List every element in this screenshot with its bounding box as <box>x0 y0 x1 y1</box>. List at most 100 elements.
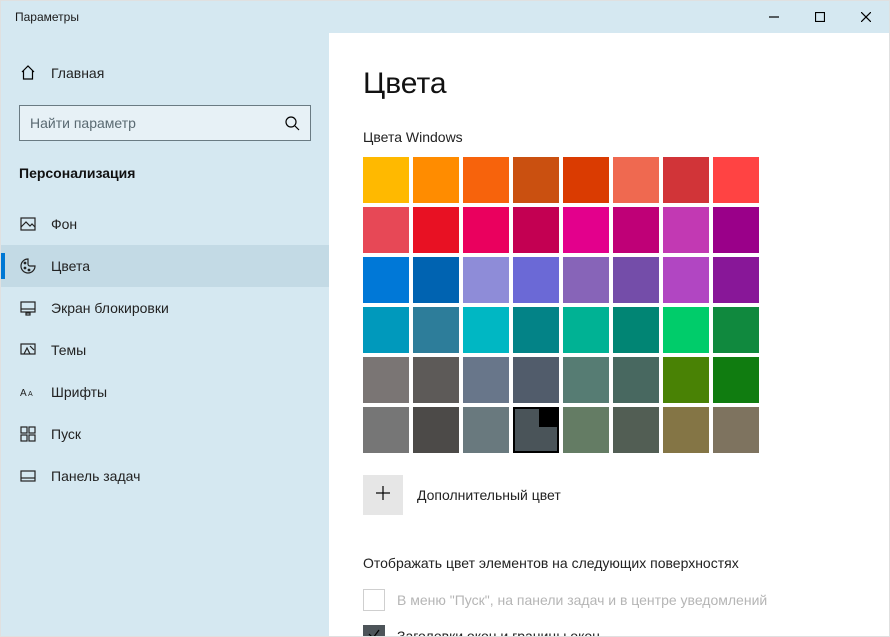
start-icon <box>19 426 37 442</box>
background-icon <box>19 216 37 232</box>
color-swatch[interactable] <box>463 357 509 403</box>
sidebar-item-label: Панель задач <box>51 468 140 484</box>
color-swatch[interactable] <box>563 407 609 453</box>
custom-color-label: Дополнительный цвет <box>417 487 561 503</box>
color-swatch[interactable] <box>413 407 459 453</box>
color-swatch[interactable] <box>413 207 459 253</box>
section-title: Персонализация <box>1 159 329 203</box>
color-swatch[interactable] <box>413 307 459 353</box>
sidebar: Главная Персонализация Фон Цвета Экран бло… <box>1 33 329 636</box>
color-swatch[interactable] <box>613 257 659 303</box>
home-link[interactable]: Главная <box>1 53 329 93</box>
sidebar-item-themes[interactable]: Темы <box>1 329 329 371</box>
color-swatch[interactable] <box>363 157 409 203</box>
color-swatch[interactable] <box>613 357 659 403</box>
search-icon <box>284 115 300 131</box>
color-swatch[interactable] <box>663 407 709 453</box>
color-swatch[interactable] <box>663 207 709 253</box>
check-icon <box>539 409 557 427</box>
page-title: Цвета <box>363 67 889 101</box>
color-swatch[interactable] <box>713 307 759 353</box>
minimize-button[interactable] <box>751 1 797 33</box>
lockscreen-icon <box>19 300 37 316</box>
color-swatch[interactable] <box>363 407 409 453</box>
color-swatch[interactable] <box>713 207 759 253</box>
custom-color-row: Дополнительный цвет <box>363 475 889 515</box>
color-swatch[interactable] <box>713 407 759 453</box>
close-button[interactable] <box>843 1 889 33</box>
color-swatch[interactable] <box>363 357 409 403</box>
color-swatch[interactable] <box>563 357 609 403</box>
color-swatch[interactable] <box>713 257 759 303</box>
checkbox-label-titlebars: Заголовки окон и границы окон <box>397 628 600 636</box>
color-swatch[interactable] <box>663 307 709 353</box>
home-label: Главная <box>51 65 104 81</box>
colors-icon <box>19 258 37 274</box>
color-swatch[interactable] <box>663 157 709 203</box>
color-swatch[interactable] <box>613 207 659 253</box>
color-swatch[interactable] <box>563 207 609 253</box>
checkbox-row-titlebars: Заголовки окон и границы окон <box>363 625 889 636</box>
color-swatch[interactable] <box>463 157 509 203</box>
svg-text:A: A <box>28 391 33 398</box>
color-swatch[interactable] <box>363 207 409 253</box>
taskbar-icon <box>19 468 37 484</box>
sidebar-item-fonts[interactable]: AA Шрифты <box>1 371 329 413</box>
color-swatch[interactable] <box>513 157 559 203</box>
color-swatch[interactable] <box>613 307 659 353</box>
color-swatch[interactable] <box>513 407 559 453</box>
color-grid-heading: Цвета Windows <box>363 129 889 145</box>
themes-icon <box>19 342 37 358</box>
search-input[interactable] <box>30 115 284 131</box>
window-controls <box>751 1 889 33</box>
checkbox-titlebars[interactable] <box>363 625 385 636</box>
color-swatch[interactable] <box>513 207 559 253</box>
fonts-icon: AA <box>19 384 37 400</box>
color-swatch[interactable] <box>413 357 459 403</box>
plus-icon <box>376 486 390 505</box>
sidebar-item-label: Пуск <box>51 426 81 442</box>
checkbox-row-start-taskbar: В меню "Пуск", на панели задач и в центр… <box>363 589 889 611</box>
home-icon <box>19 65 37 81</box>
color-swatch[interactable] <box>613 157 659 203</box>
sidebar-item-background[interactable]: Фон <box>1 203 329 245</box>
sidebar-item-label: Фон <box>51 216 77 232</box>
add-custom-color-button[interactable] <box>363 475 403 515</box>
color-swatch[interactable] <box>413 157 459 203</box>
svg-text:A: A <box>20 388 27 399</box>
color-swatch[interactable] <box>563 257 609 303</box>
color-swatch[interactable] <box>463 207 509 253</box>
color-swatch[interactable] <box>413 257 459 303</box>
titlebar: Параметры <box>1 1 889 33</box>
color-swatch[interactable] <box>513 257 559 303</box>
check-icon <box>367 627 381 637</box>
sidebar-item-lockscreen[interactable]: Экран блокировки <box>1 287 329 329</box>
color-swatch[interactable] <box>463 307 509 353</box>
color-swatch[interactable] <box>663 357 709 403</box>
color-swatch[interactable] <box>713 357 759 403</box>
checkbox-label-start-taskbar: В меню "Пуск", на панели задач и в центр… <box>397 592 767 608</box>
sidebar-item-colors[interactable]: Цвета <box>1 245 329 287</box>
sidebar-item-label: Темы <box>51 342 86 358</box>
sidebar-item-start[interactable]: Пуск <box>1 413 329 455</box>
color-swatch[interactable] <box>663 257 709 303</box>
color-swatch[interactable] <box>713 157 759 203</box>
color-swatch[interactable] <box>613 407 659 453</box>
color-swatch[interactable] <box>363 257 409 303</box>
sidebar-item-label: Шрифты <box>51 384 107 400</box>
color-swatch[interactable] <box>463 407 509 453</box>
color-swatch[interactable] <box>563 157 609 203</box>
color-swatch[interactable] <box>463 257 509 303</box>
color-grid <box>363 157 889 453</box>
search-box[interactable] <box>19 105 311 141</box>
main-panel: Цвета Цвета Windows Дополнительный цвет … <box>329 33 889 636</box>
color-swatch[interactable] <box>513 307 559 353</box>
color-swatch[interactable] <box>363 307 409 353</box>
color-swatch[interactable] <box>513 357 559 403</box>
surfaces-heading: Отображать цвет элементов на следующих п… <box>363 555 889 571</box>
maximize-button[interactable] <box>797 1 843 33</box>
sidebar-item-taskbar[interactable]: Панель задач <box>1 455 329 497</box>
sidebar-item-label: Цвета <box>51 258 90 274</box>
color-swatch[interactable] <box>563 307 609 353</box>
checkbox-start-taskbar <box>363 589 385 611</box>
